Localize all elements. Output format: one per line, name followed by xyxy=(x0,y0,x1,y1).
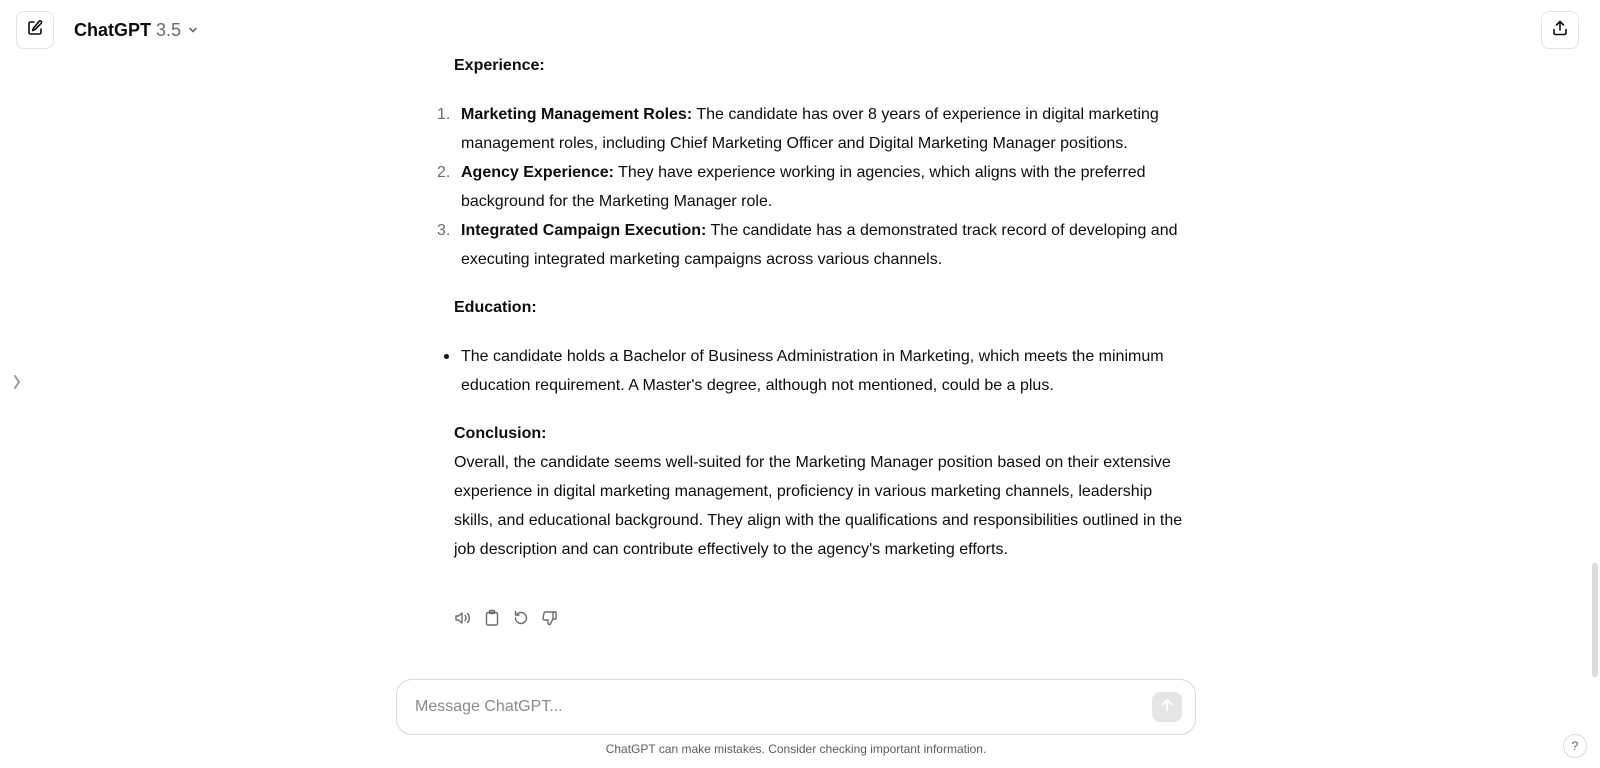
list-item: 1. Marketing Management Roles: The candi… xyxy=(437,100,1184,158)
compose-icon xyxy=(26,19,44,42)
model-name: ChatGPT xyxy=(74,19,152,40)
copy-icon[interactable] xyxy=(483,608,501,628)
message-actions xyxy=(454,608,559,628)
list-item-title: Integrated Campaign Execution: xyxy=(461,222,707,239)
new-chat-button[interactable] xyxy=(16,11,54,49)
message-input[interactable] xyxy=(413,680,1133,734)
list-number: 1. xyxy=(437,106,451,123)
experience-heading: Experience: xyxy=(454,57,545,74)
chevron-down-icon xyxy=(187,24,199,36)
read-aloud-icon[interactable] xyxy=(454,608,472,628)
model-selector[interactable]: ChatGPT 3.5 xyxy=(74,17,199,43)
list-item: 2. Agency Experience: They have experien… xyxy=(437,158,1184,216)
education-list: The candidate holds a Bachelor of Busine… xyxy=(444,342,1184,400)
top-bar: ChatGPT 3.5 xyxy=(0,0,1600,60)
list-item-title: Marketing Management Roles: xyxy=(461,106,693,123)
conclusion-text: Overall, the candidate seems well-suited… xyxy=(454,454,1183,558)
arrow-up-icon xyxy=(1159,697,1175,718)
list-item: 3. Integrated Campaign Execution: The ca… xyxy=(437,216,1184,274)
send-button[interactable] xyxy=(1152,692,1182,722)
help-button[interactable]: ? xyxy=(1563,734,1587,758)
list-number: 2. xyxy=(437,164,451,181)
conclusion-heading: Conclusion: xyxy=(454,425,547,442)
sidebar-toggle-icon xyxy=(12,372,22,397)
share-icon xyxy=(1551,19,1569,42)
share-button[interactable] xyxy=(1541,11,1579,49)
experience-list: 1. Marketing Management Roles: The candi… xyxy=(437,100,1184,274)
message-composer xyxy=(396,679,1196,735)
education-heading: Education: xyxy=(454,299,537,316)
regenerate-icon[interactable] xyxy=(512,608,530,628)
list-item-title: Agency Experience: xyxy=(461,164,614,181)
assistant-message: Experience: 1. Marketing Management Role… xyxy=(437,52,1184,564)
sidebar-toggle-button[interactable] xyxy=(10,372,24,396)
bullet-icon xyxy=(444,354,449,359)
disclaimer-text: ChatGPT can make mistakes. Consider chec… xyxy=(605,742,987,756)
thumbs-down-icon[interactable] xyxy=(541,608,559,628)
model-version: 3.5 xyxy=(156,19,182,40)
list-item: The candidate holds a Bachelor of Busine… xyxy=(444,342,1184,400)
scrollbar-thumb[interactable] xyxy=(1592,563,1598,677)
list-number: 3. xyxy=(437,222,451,239)
list-item-text: The candidate holds a Bachelor of Busine… xyxy=(461,348,1164,394)
